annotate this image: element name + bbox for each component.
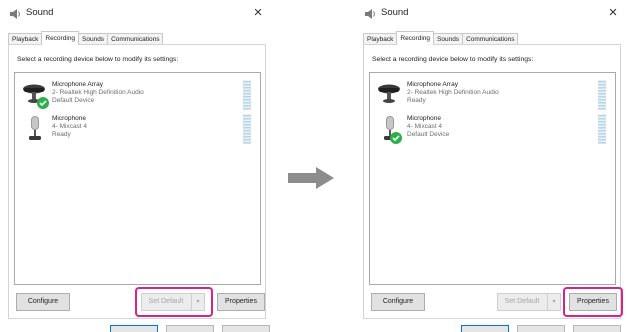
set-default-button[interactable]: Set Default ▾ <box>497 293 561 311</box>
green-check-icon <box>37 97 49 109</box>
set-default-label: Set Default <box>148 298 184 305</box>
right-arrow-icon <box>288 167 334 189</box>
ok-button[interactable] <box>110 325 158 332</box>
properties-button[interactable]: Properties <box>217 293 265 311</box>
device-item-microphone[interactable]: Microphone 4- Mixcast 4 Default Device <box>370 114 615 148</box>
device-item-microphone[interactable]: Microphone 4- Mixcast 4 Ready <box>15 114 260 148</box>
configure-label: Configure <box>382 298 414 305</box>
device-driver: 4- Mixcast 4 <box>407 123 443 130</box>
level-meter <box>598 114 606 144</box>
window-title: Sound <box>381 7 409 18</box>
microphone-array-icon <box>378 84 400 103</box>
cancel-button[interactable] <box>166 325 214 332</box>
tab-recording[interactable]: Recording <box>396 31 435 45</box>
device-name: Microphone Array <box>407 81 458 88</box>
configure-button[interactable]: Configure <box>16 293 70 311</box>
device-item-microphone-array[interactable]: Microphone Array 2- Realtek High Definit… <box>370 80 615 114</box>
tab-strip: Playback Recording Sounds Communications <box>8 31 164 45</box>
dropdown-arrow-icon[interactable]: ▾ <box>547 294 560 310</box>
device-driver: 2- Realtek High Definition Audio <box>407 89 499 96</box>
recording-panel: Select a recording device below to modif… <box>363 44 621 319</box>
device-status: Ready <box>52 131 71 138</box>
instruction-text: Select a recording device below to modif… <box>372 56 534 63</box>
level-meter <box>598 80 606 110</box>
microphone-icon <box>29 116 41 140</box>
close-button[interactable]: × <box>603 3 623 23</box>
tab-recording[interactable]: Recording <box>41 31 80 45</box>
device-name: Microphone <box>407 115 441 122</box>
sound-dialog-after: Sound × Playback Recording Sounds Commun… <box>355 0 627 332</box>
tab-strip: Playback Recording Sounds Communications <box>363 31 519 45</box>
device-text: Microphone Array 2- Realtek High Definit… <box>407 81 499 105</box>
instruction-text: Select a recording device below to modif… <box>17 56 179 63</box>
apply-button[interactable] <box>222 325 270 332</box>
device-name: Microphone <box>52 115 86 122</box>
apply-button[interactable] <box>573 325 621 332</box>
title-bar: Sound × <box>355 0 627 26</box>
set-default-button[interactable]: Set Default ▾ <box>141 293 205 311</box>
device-status: Default Device <box>407 131 450 138</box>
ok-button[interactable] <box>461 325 509 332</box>
device-text: Microphone 4- Mixcast 4 Ready <box>52 115 87 139</box>
configure-label: Configure <box>27 298 59 305</box>
window-title: Sound <box>26 7 54 18</box>
cancel-button[interactable] <box>517 325 565 332</box>
properties-button[interactable]: Properties <box>569 293 617 311</box>
device-status: Default Device <box>52 97 95 104</box>
dropdown-arrow-icon[interactable]: ▾ <box>191 294 204 310</box>
close-button[interactable]: × <box>248 3 268 23</box>
device-item-microphone-array[interactable]: Microphone Array 2- Realtek High Definit… <box>15 80 260 114</box>
device-text: Microphone Array 2- Realtek High Definit… <box>52 81 144 105</box>
set-default-label: Set Default <box>504 298 540 305</box>
speaker-icon <box>365 9 375 19</box>
level-meter <box>243 114 251 144</box>
device-name: Microphone Array <box>52 81 103 88</box>
properties-label: Properties <box>225 298 257 305</box>
device-status: Ready <box>407 97 426 104</box>
properties-label: Properties <box>577 298 609 305</box>
device-driver: 2- Realtek High Definition Audio <box>52 89 144 96</box>
microphone-array-icon <box>23 84 49 109</box>
device-driver: 4- Mixcast 4 <box>52 123 88 130</box>
configure-button[interactable]: Configure <box>371 293 425 311</box>
title-bar: Sound × <box>0 0 272 26</box>
green-check-icon <box>390 132 402 144</box>
device-list: Microphone Array 2- Realtek High Definit… <box>369 72 616 285</box>
level-meter <box>243 80 251 110</box>
device-list: Microphone Array 2- Realtek High Definit… <box>14 72 261 285</box>
recording-panel: Select a recording device below to modif… <box>8 44 266 319</box>
speaker-icon <box>10 9 20 19</box>
sound-dialog-before: Sound × Playback Recording Sounds Commun… <box>0 0 272 332</box>
microphone-icon <box>384 116 402 144</box>
device-text: Microphone 4- Mixcast 4 Default Device <box>407 115 449 139</box>
